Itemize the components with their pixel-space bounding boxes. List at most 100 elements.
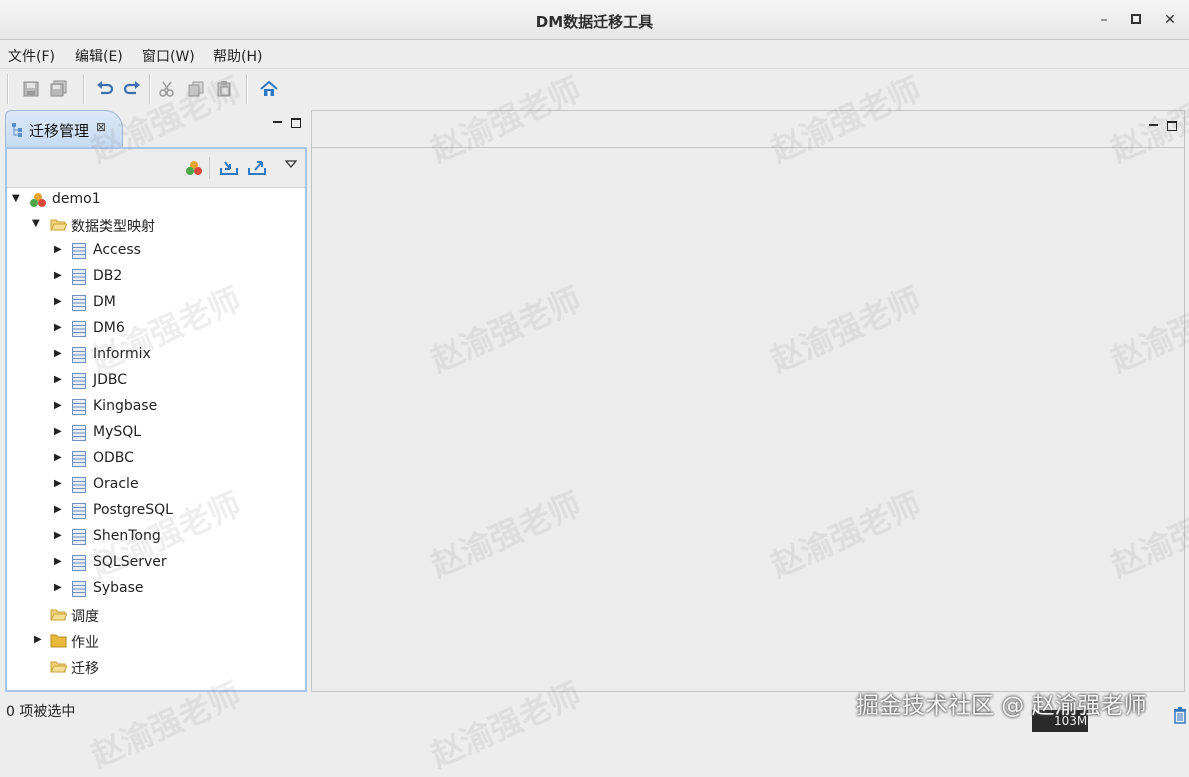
toolbar-separator (149, 74, 151, 104)
menu-bar: 文件(F) 编辑(E) 窗口(W) 帮助(H) (0, 40, 1189, 68)
tree-node-label: DB2 (93, 268, 123, 284)
tree-node-label: SQLServer (93, 554, 167, 570)
collapsed-arrow-icon[interactable]: ▶ (54, 452, 64, 464)
tree-node-label: PostgreSQL (93, 502, 173, 518)
save-icon[interactable] (20, 78, 42, 100)
tree-node-mapping[interactable]: ▶ ShenTong (7, 524, 305, 550)
export-icon[interactable] (248, 160, 266, 180)
maximize-panel-icon[interactable] (1167, 119, 1177, 135)
minimize-button[interactable]: – (1094, 10, 1114, 30)
table-icon (72, 425, 88, 441)
collapsed-arrow-icon[interactable]: ▶ (54, 270, 64, 282)
project-icon (30, 192, 46, 208)
folder-icon (50, 633, 67, 649)
tree-node-mapping[interactable]: ▶ Informix (7, 342, 305, 368)
tree-node-mapping[interactable]: ▶ MySQL (7, 420, 305, 446)
collapsed-arrow-icon[interactable]: ▶ (54, 478, 64, 490)
tree-node-label: Informix (93, 346, 151, 362)
tree-node-label: 迁移 (71, 661, 99, 677)
close-tab-icon[interactable]: ⊠ (96, 120, 106, 134)
view-menu-icon[interactable] (284, 159, 298, 172)
connect-icon[interactable] (186, 160, 202, 180)
tree-node-label: 作业 (71, 635, 99, 651)
table-icon (72, 581, 88, 597)
open-folder-icon (50, 607, 68, 623)
table-icon (72, 529, 88, 545)
tree-node-label: Kingbase (93, 398, 158, 414)
collapsed-arrow-icon[interactable]: ▶ (54, 530, 64, 542)
table-icon (72, 451, 88, 467)
toolbar-separator (246, 74, 248, 104)
tree-node-label: JDBC (93, 372, 128, 388)
cut-icon[interactable] (156, 78, 178, 100)
menu-window[interactable]: 窗口(W) (142, 46, 195, 66)
tree-node-label: Oracle (93, 476, 139, 492)
close-button[interactable]: ✕ (1160, 10, 1180, 30)
tree-node-mapping[interactable]: ▶ Access (7, 238, 305, 264)
menu-help[interactable]: 帮助(H) (213, 46, 262, 66)
menu-file[interactable]: 文件(F) (8, 46, 55, 66)
paste-icon[interactable] (213, 78, 235, 100)
tree-node-label: Sybase (93, 580, 144, 596)
tree-node-mapping[interactable]: ▶ Oracle (7, 472, 305, 498)
collapsed-arrow-icon[interactable]: ▶ (54, 556, 64, 568)
editor-area (311, 110, 1185, 692)
open-folder-icon (50, 217, 68, 233)
tree-node-label: demo1 (52, 191, 101, 207)
tree-node-mapping[interactable]: ▶ DM (7, 290, 305, 316)
collapsed-arrow-icon[interactable]: ▶ (34, 634, 44, 646)
minimize-panel-icon[interactable] (1149, 119, 1159, 135)
undo-icon[interactable] (94, 78, 116, 100)
panel-body: ▼ demo1 ▼ 数据类型映射 ▶ Access ▶ DB2 ▶ DM ▶ DM6 ▶ Info… (5, 147, 307, 692)
tree-node-mapping[interactable]: ▶ DM6 (7, 316, 305, 342)
window-title: DM数据迁移工具 (535, 13, 654, 31)
table-icon (72, 373, 88, 389)
table-icon (72, 269, 88, 285)
expanded-arrow-icon[interactable]: ▼ (32, 218, 42, 230)
trash-icon[interactable] (1173, 706, 1187, 724)
collapsed-arrow-icon[interactable]: ▶ (54, 244, 64, 256)
minimize-panel-icon[interactable] (273, 118, 283, 131)
tree-node-root[interactable]: ▼ demo1 (7, 187, 305, 213)
tree-node-label: 调度 (71, 609, 99, 625)
title-bar: DM数据迁移工具 – ✕ (0, 0, 1189, 40)
table-icon (72, 503, 88, 519)
tree-node-mapping[interactable]: ▶ ODBC (7, 446, 305, 472)
maximize-panel-icon[interactable] (291, 118, 301, 131)
collapsed-arrow-icon[interactable]: ▶ (54, 348, 64, 360)
tree-node-mapping[interactable]: ▶ Sybase (7, 576, 305, 602)
copy-icon[interactable] (185, 78, 207, 100)
tree-node-migrate[interactable]: 迁移 (7, 654, 305, 680)
expanded-arrow-icon[interactable]: ▼ (12, 193, 22, 205)
import-icon[interactable] (220, 160, 238, 180)
collapsed-arrow-icon[interactable]: ▶ (54, 426, 64, 438)
collapsed-arrow-icon[interactable]: ▶ (54, 400, 64, 412)
home-icon[interactable] (258, 78, 280, 100)
toolbar-separator (7, 74, 9, 104)
tree-node-jobs[interactable]: ▶ 作业 (7, 628, 305, 654)
save-all-icon[interactable] (48, 78, 70, 100)
tree-node-mapping[interactable]: ▶ DB2 (7, 264, 305, 290)
collapsed-arrow-icon[interactable]: ▶ (54, 582, 64, 594)
collapsed-arrow-icon[interactable]: ▶ (54, 504, 64, 516)
tree-node-label: 数据类型映射 (71, 219, 155, 235)
collapsed-arrow-icon[interactable]: ▶ (54, 296, 64, 308)
tab-migration-manager[interactable]: 迁移管理 ⊠ (5, 110, 123, 147)
editor-header (312, 111, 1184, 148)
tree-node-mapping[interactable]: ▶ JDBC (7, 368, 305, 394)
collapsed-arrow-icon[interactable]: ▶ (54, 322, 64, 334)
redo-icon[interactable] (121, 78, 143, 100)
tree-node-mapping[interactable]: ▶ Kingbase (7, 394, 305, 420)
table-icon (72, 243, 88, 259)
tree-view-icon (12, 123, 26, 141)
tree-node-mapping[interactable]: ▶ SQLServer (7, 550, 305, 576)
table-icon (72, 399, 88, 415)
tab-label: 迁移管理 (29, 122, 90, 140)
tree-node-schedule[interactable]: 调度 (7, 602, 305, 628)
menu-edit[interactable]: 编辑(E) (75, 46, 123, 66)
tree-node-mapping[interactable]: ▶ PostgreSQL (7, 498, 305, 524)
tree-node-type-mapping[interactable]: ▼ 数据类型映射 (7, 212, 305, 238)
table-icon (72, 347, 88, 363)
maximize-button[interactable] (1126, 10, 1146, 30)
collapsed-arrow-icon[interactable]: ▶ (54, 374, 64, 386)
